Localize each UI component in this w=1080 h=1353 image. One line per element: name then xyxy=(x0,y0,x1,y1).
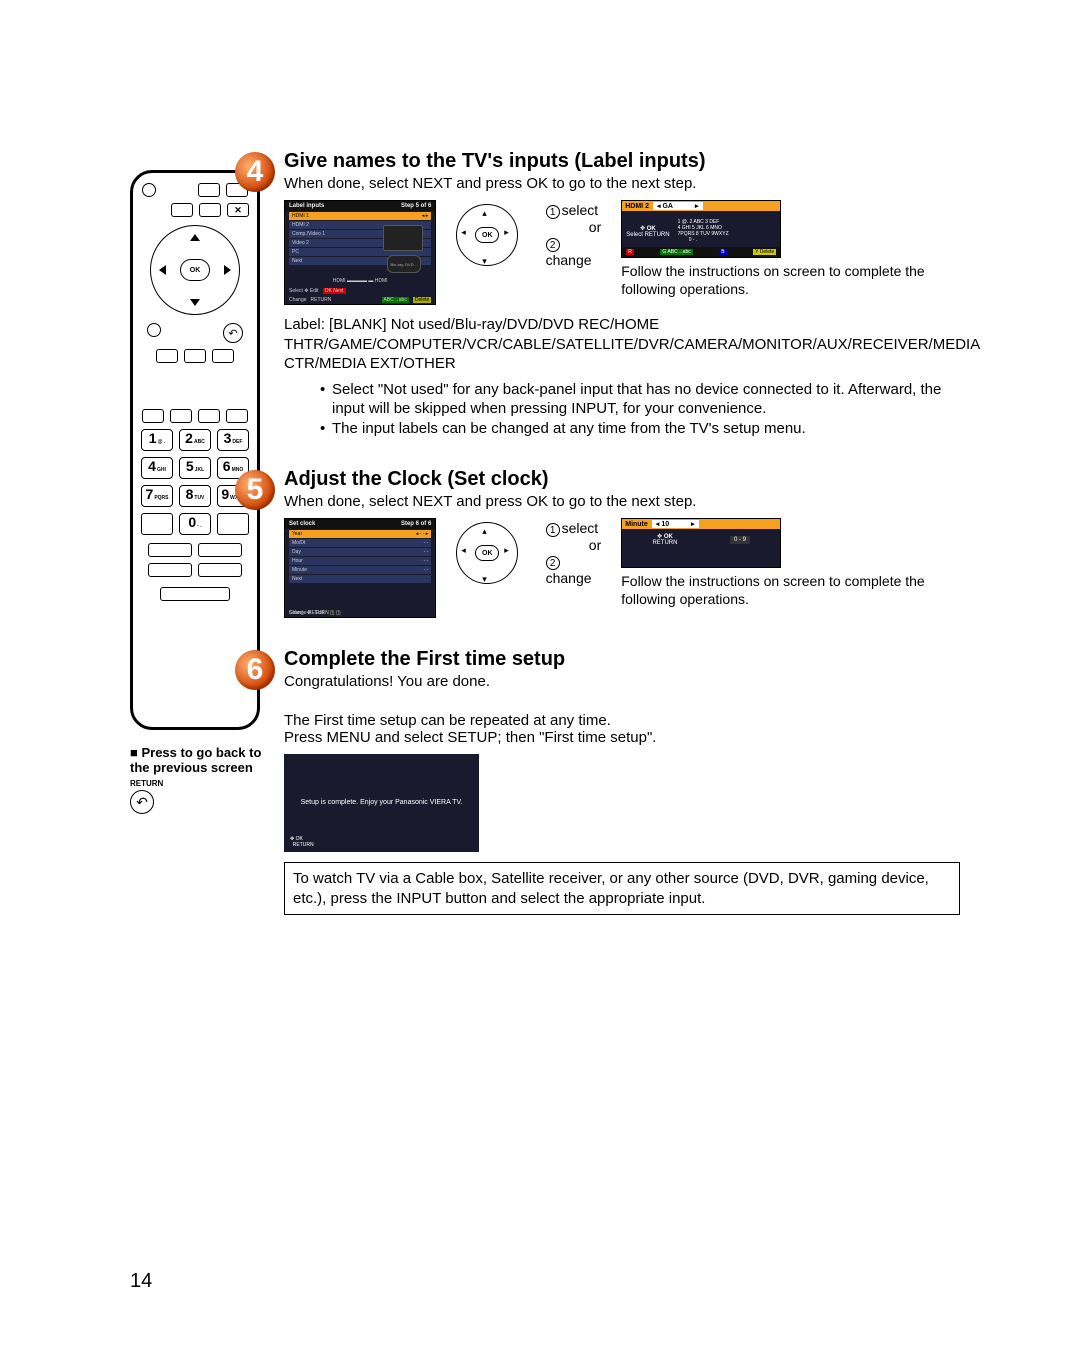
osd-minute-edit: Minute10 ✥ OKRETURN 0 - 9 Follow the ins… xyxy=(621,518,960,608)
ok-button: OK xyxy=(180,259,210,281)
osd-hdmi2-edit: HDMI 2GA ✥ OKSelect RETURN 1 @. 2 ABC 3 … xyxy=(621,200,960,298)
remote-btn xyxy=(198,409,220,423)
remote-btn xyxy=(171,203,193,217)
annotation: 1select or 2change xyxy=(546,202,602,268)
step-6: 6 Complete the First time setup Congratu… xyxy=(280,648,960,915)
osd-set-clock: Set clockStep 6 of 6 Year◂ - - ▸ Mo/Dt- … xyxy=(284,518,436,618)
remote-btn xyxy=(148,563,192,577)
remote-btn xyxy=(198,183,220,197)
step-subtitle: When done, select NEXT and press OK to g… xyxy=(284,493,960,510)
key-2: 2ABC xyxy=(179,429,211,451)
arrow-down-icon xyxy=(190,299,200,306)
power-icon xyxy=(142,183,156,197)
key-0: 0- . xyxy=(179,513,211,535)
follow-note: Follow the instructions on screen to com… xyxy=(621,572,960,608)
key-8: 8TUV xyxy=(179,485,211,507)
step4-bullets: Select "Not used" for any back-panel inp… xyxy=(320,380,960,439)
remote-btn xyxy=(217,513,249,535)
remote-btn xyxy=(170,409,192,423)
return-icon: ↶ xyxy=(130,790,154,814)
remote-btn xyxy=(148,543,192,557)
input-note-box: To watch TV via a Cable box, Satellite r… xyxy=(284,862,960,915)
step-title: Adjust the Clock (Set clock) xyxy=(284,468,960,491)
return-label: RETURN xyxy=(130,779,280,788)
numeric-keypad: 1@ .2ABC3DEF 4GHI5JKL6MNO 7PQRS8TUV9WXYZ… xyxy=(141,429,249,535)
remote-btn xyxy=(198,563,242,577)
page-number: 14 xyxy=(130,1270,152,1293)
menu-line: Press MENU and select SETUP; then "First… xyxy=(284,729,960,746)
repeat-line: The First time setup can be repeated at … xyxy=(284,712,960,729)
return-icon: ↶ xyxy=(223,323,243,343)
step-badge: 6 xyxy=(235,650,275,690)
back-instruction: ■ Press to go back to the previous scree… xyxy=(130,745,280,814)
ok-button: OK xyxy=(475,227,499,243)
close-icon xyxy=(227,203,249,217)
key-3: 3DEF xyxy=(217,429,249,451)
osd-label-inputs: Label inputsStep 5 of 6 HDMI 1◂ ▸ HDMI 2… xyxy=(284,200,436,305)
dpad: OK xyxy=(150,225,240,315)
osd-complete: Setup is complete. Enjoy your Panasonic … xyxy=(284,754,479,852)
congrats-line: Congratulations! You are done. xyxy=(284,673,960,690)
remote-btn xyxy=(142,409,164,423)
annotation: 1select or 2change xyxy=(546,520,602,586)
remote-btn xyxy=(212,349,234,363)
arrow-up-icon xyxy=(190,234,200,241)
back-title: Press to go back to the previous screen xyxy=(130,745,261,775)
remote-btn xyxy=(184,349,206,363)
follow-note: Follow the instructions on screen to com… xyxy=(621,262,960,298)
remote-btn xyxy=(147,323,161,337)
remote-btn xyxy=(198,543,242,557)
step-title: Give names to the TV's inputs (Label inp… xyxy=(284,150,960,173)
arrow-left-icon xyxy=(159,265,166,275)
dpad-diagram: OK ▴▾◂▸ xyxy=(456,200,541,270)
step-title: Complete the First time setup xyxy=(284,648,960,671)
tv-icon xyxy=(383,225,423,251)
remote-btn xyxy=(160,587,230,601)
key-5: 5JKL xyxy=(179,457,211,479)
step-5: 5 Adjust the Clock (Set clock) When done… xyxy=(280,468,960,618)
remote-btn xyxy=(226,409,248,423)
step-subtitle: When done, select NEXT and press OK to g… xyxy=(284,175,960,192)
arrow-right-icon xyxy=(224,265,231,275)
step-badge: 5 xyxy=(235,470,275,510)
dpad-diagram: OK ▴▾◂▸ xyxy=(456,518,541,588)
label-options: Label: [BLANK] Not used/Blu-ray/DVD/DVD … xyxy=(284,315,960,374)
key-7: 7PQRS xyxy=(141,485,173,507)
remote-column: OK ↶ 1@ .2ABC3DEF 4GHI5JKL6MNO 7PQRS8TUV… xyxy=(130,170,270,730)
remote-control: OK ↶ 1@ .2ABC3DEF 4GHI5JKL6MNO 7PQRS8TUV… xyxy=(130,170,260,730)
step-4: 4 Give names to the TV's inputs (Label i… xyxy=(280,150,960,438)
key-1: 1@ . xyxy=(141,429,173,451)
key-4: 4GHI xyxy=(141,457,173,479)
step-badge: 4 xyxy=(235,152,275,192)
remote-btn xyxy=(141,513,173,535)
remote-btn xyxy=(156,349,178,363)
ok-button: OK xyxy=(475,545,499,561)
keyboard-icon: Blu-ray, DVD ... xyxy=(387,255,421,273)
remote-btn xyxy=(199,203,221,217)
